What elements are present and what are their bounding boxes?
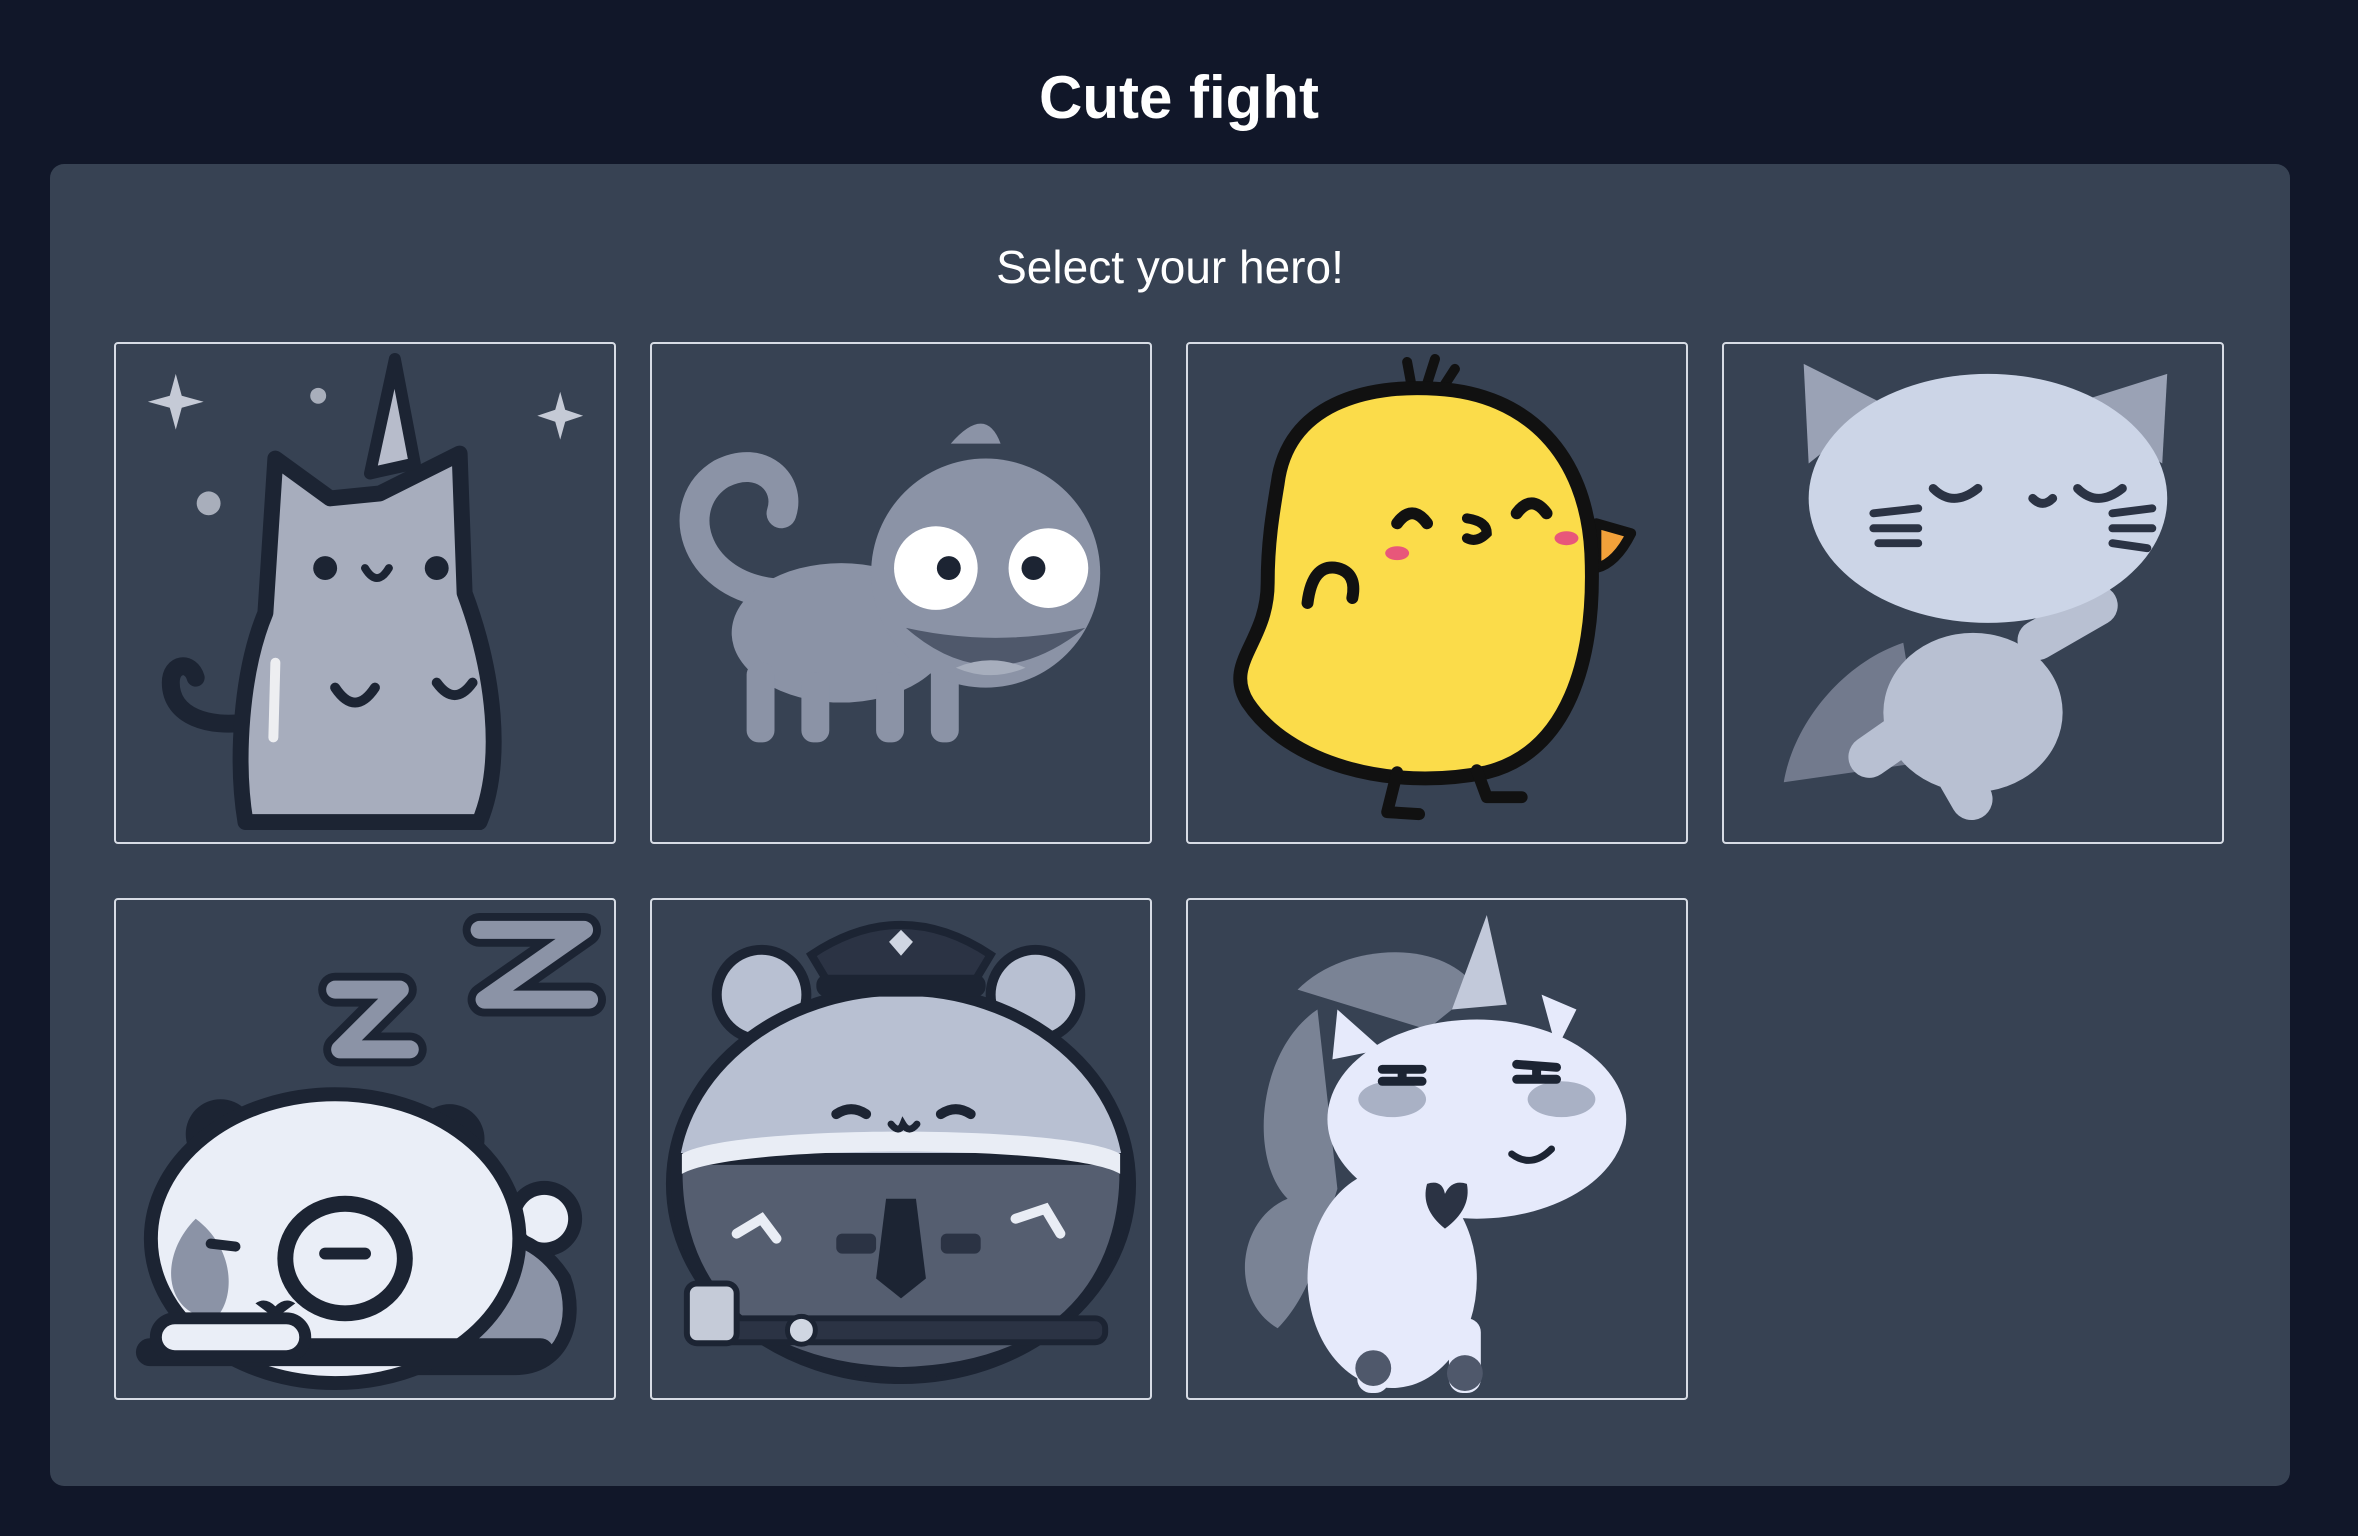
police-hamster-icon — [665, 921, 1137, 1385]
hero-card-police-hamster[interactable] — [650, 898, 1152, 1400]
hero-selection-panel: Select your hero! — [50, 164, 2290, 1486]
hero-card-chameleon[interactable] — [650, 342, 1152, 844]
select-hero-heading: Select your hero! — [996, 241, 1344, 293]
flying-cat-icon — [1783, 363, 2168, 821]
chameleon-icon — [679, 423, 1101, 743]
unicorn-icon — [1244, 914, 1627, 1394]
unicorn-cat-icon — [147, 352, 584, 831]
hero-card-flying-cat[interactable] — [1722, 342, 2224, 844]
app-title: Cute fight — [1039, 64, 1319, 131]
hero-card-unicorn[interactable] — [1186, 898, 1688, 1400]
sleeping-panda-icon — [135, 912, 607, 1391]
hero-card-unicorn-cat[interactable] — [114, 342, 616, 844]
yellow-chick-icon — [1233, 353, 1637, 821]
hero-card-sleeping-panda[interactable] — [114, 898, 616, 1400]
hero-card-yellow-chick[interactable] — [1186, 342, 1688, 844]
